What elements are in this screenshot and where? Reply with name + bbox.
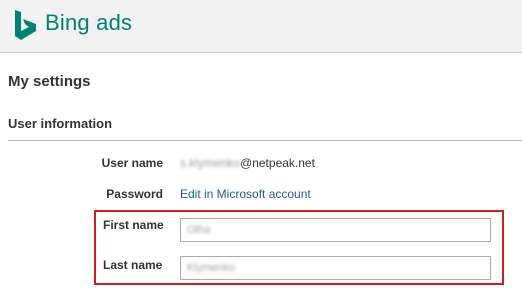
- user-name-domain: @netpeak.net: [240, 156, 315, 170]
- logo-text: Bing ads: [45, 10, 133, 35]
- page-title: My settings: [8, 73, 91, 90]
- first-name-field[interactable]: Olha: [180, 218, 491, 242]
- last-name-value: Klymenko: [187, 262, 236, 274]
- password-label: Password: [106, 187, 163, 201]
- user-name-label: User name: [101, 156, 163, 170]
- user-name-prefix: s.klymenko: [180, 156, 241, 170]
- bing-logo-icon: [15, 10, 36, 40]
- app-header: Bing ads: [0, 0, 522, 53]
- first-name-value: Olha: [187, 224, 211, 236]
- last-name-field[interactable]: Klymenko: [180, 256, 491, 280]
- section-title: User information: [8, 116, 113, 131]
- section-divider: [8, 140, 522, 141]
- user-name-value: s.klymenko@netpeak.net: [180, 156, 315, 170]
- first-name-label: First name: [103, 218, 164, 232]
- last-name-label: Last name: [103, 258, 163, 272]
- edit-password-link[interactable]: Edit in Microsoft account: [180, 187, 311, 201]
